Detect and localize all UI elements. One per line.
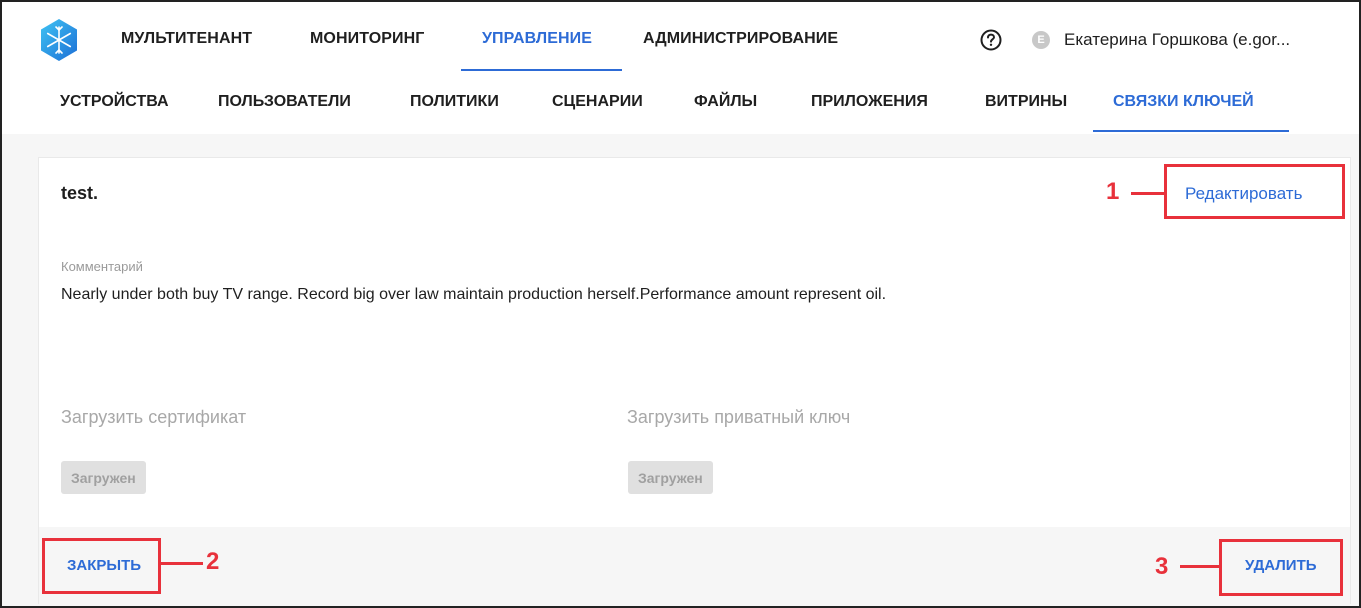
private-key-status-badge: Загружен	[628, 461, 713, 494]
tab-scenarios[interactable]: СЦЕНАРИИ	[552, 93, 643, 111]
nav-item-monitoring[interactable]: МОНИТОРИНГ	[310, 30, 424, 48]
tab-applications[interactable]: ПРИЛОЖЕНИЯ	[811, 93, 928, 111]
subnav-active-indicator	[1093, 130, 1289, 132]
tab-files[interactable]: ФАЙЛЫ	[694, 93, 757, 111]
tab-keychains[interactable]: СВЯЗКИ КЛЮЧЕЙ	[1113, 93, 1254, 111]
nav-item-administration[interactable]: АДМИНИСТРИРОВАНИЕ	[643, 30, 838, 48]
nav-active-indicator	[461, 69, 622, 71]
tab-devices[interactable]: УСТРОЙСТВА	[60, 93, 169, 111]
certificate-status-badge: Загружен	[61, 461, 146, 494]
comment-label: Комментарий	[61, 259, 143, 274]
annotation-line-1	[1131, 192, 1165, 195]
tab-showcases[interactable]: ВИТРИНЫ	[985, 93, 1067, 111]
snowflake-logo-icon[interactable]	[37, 18, 81, 62]
question-circle-icon[interactable]	[980, 29, 1002, 51]
avatar[interactable]: E	[1032, 31, 1050, 49]
annotation-number-2: 2	[206, 548, 220, 575]
nav-item-management[interactable]: УПРАВЛЕНИЕ	[482, 30, 592, 48]
annotation-line-3	[1180, 565, 1220, 568]
annotation-line-2	[161, 562, 203, 565]
top-navigation-bar: МУЛЬТИТЕНАНТ МОНИТОРИНГ УПРАВЛЕНИЕ АДМИН…	[0, 0, 1361, 74]
sub-navigation: УСТРОЙСТВА ПОЛЬЗОВАТЕЛИ ПОЛИТИКИ СЦЕНАРИ…	[0, 74, 1361, 134]
tab-policies[interactable]: ПОЛИТИКИ	[410, 93, 499, 111]
close-button[interactable]: ЗАКРЫТЬ	[67, 557, 141, 574]
upload-private-key-label[interactable]: Загрузить приватный ключ	[627, 407, 850, 428]
user-name[interactable]: Екатерина Горшкова (e.gor...	[1064, 30, 1290, 50]
comment-text: Nearly under both buy TV range. Record b…	[61, 286, 887, 303]
upload-certificate-label[interactable]: Загрузить сертификат	[61, 407, 246, 428]
annotation-number-1: 1	[1106, 178, 1120, 205]
keychain-title: test.	[61, 183, 99, 203]
tab-users[interactable]: ПОЛЬЗОВАТЕЛИ	[218, 93, 351, 111]
edit-button[interactable]: Редактировать	[1185, 184, 1302, 204]
nav-item-multitenant[interactable]: МУЛЬТИТЕНАНТ	[121, 30, 252, 48]
delete-button[interactable]: УДАЛИТЬ	[1245, 557, 1317, 574]
annotation-number-3: 3	[1155, 553, 1169, 580]
